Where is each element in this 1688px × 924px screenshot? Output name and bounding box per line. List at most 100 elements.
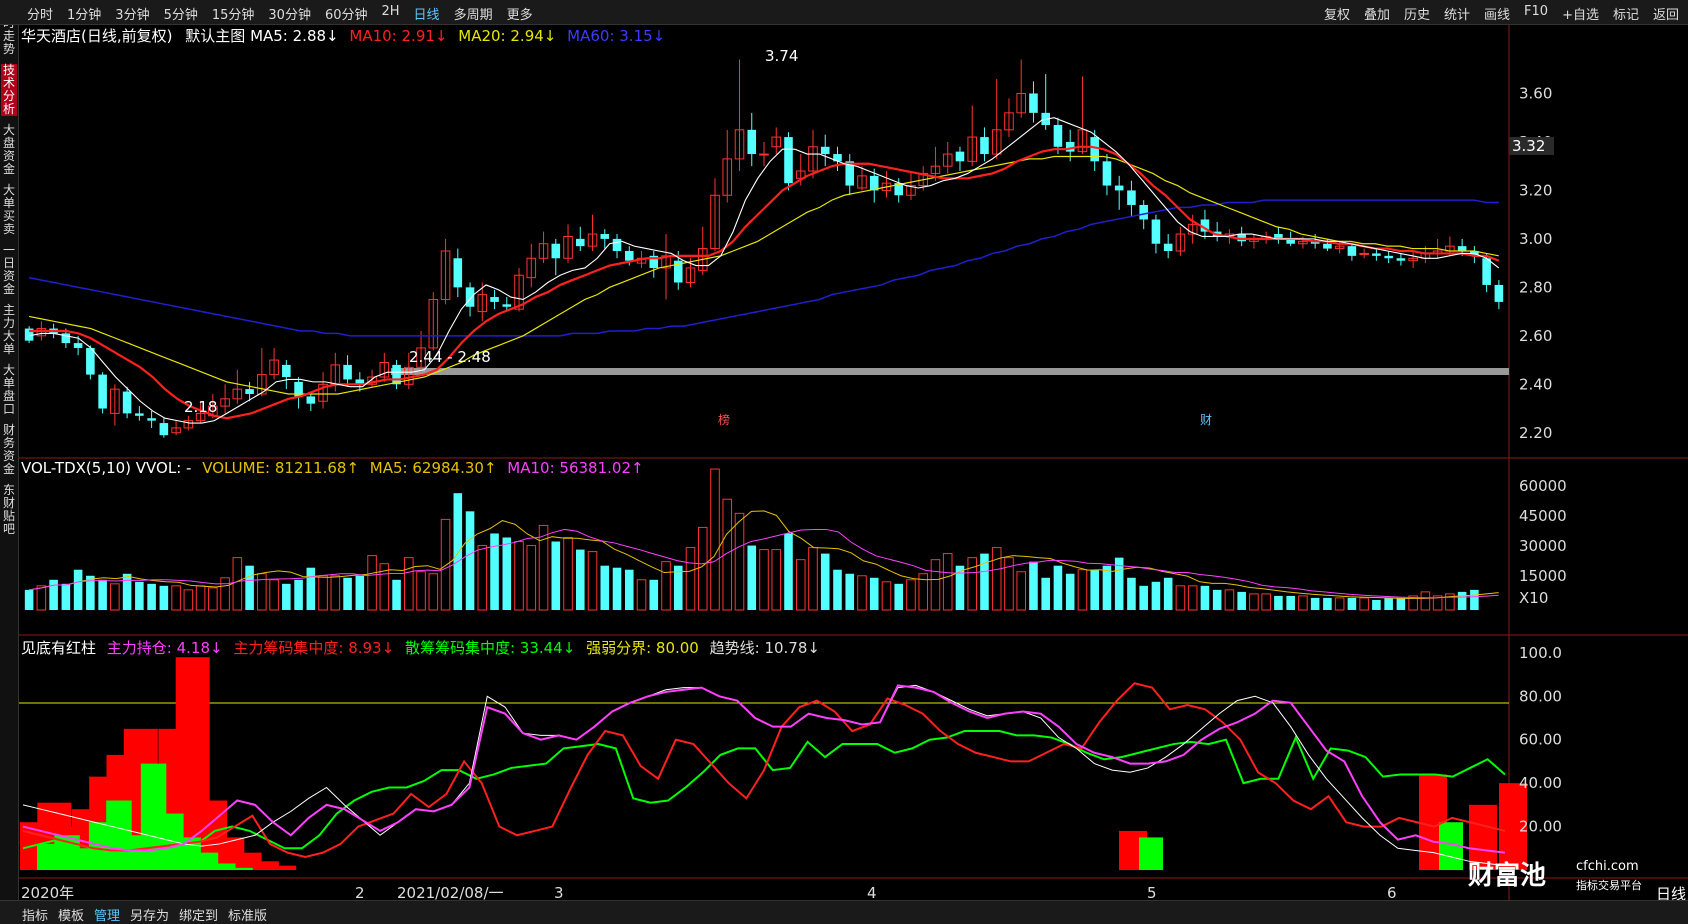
kline-chart[interactable]: 3.603.403.203.002.802.602.402.2060000450… bbox=[19, 25, 1688, 903]
period-tab-3[interactable]: 5分钟 bbox=[159, 4, 203, 23]
bottom-tab-3[interactable]: 另存为 bbox=[130, 905, 169, 924]
volume-bar bbox=[269, 579, 279, 611]
volume-bar bbox=[1016, 571, 1026, 611]
volume-bar bbox=[147, 583, 156, 610]
toolbar-button-4[interactable]: 画线 bbox=[1479, 4, 1515, 23]
candle bbox=[759, 153, 769, 156]
side-tab-5[interactable]: 主力大单 bbox=[1, 304, 17, 356]
volume-tick: 60000 bbox=[1519, 477, 1567, 495]
side-tab-2[interactable]: 大盘资金 bbox=[1, 124, 17, 176]
volume-bar bbox=[894, 583, 904, 610]
period-tab-6[interactable]: 60分钟 bbox=[320, 4, 373, 23]
ma20-value: MA20: 2.94↓ bbox=[458, 27, 557, 45]
volume-bar bbox=[245, 565, 254, 610]
price-tick: 2.20 bbox=[1519, 424, 1552, 442]
volume-bar bbox=[673, 565, 683, 610]
indicator-title[interactable]: 见底有红柱 bbox=[21, 639, 96, 657]
side-tab-6[interactable]: 大单盘口 bbox=[1, 364, 17, 416]
toolbar-button-0[interactable]: 复权 bbox=[1319, 4, 1355, 23]
volume-bar bbox=[343, 577, 352, 610]
period-tab-2[interactable]: 3分钟 bbox=[110, 4, 154, 23]
finance-marker[interactable]: 财 bbox=[1200, 411, 1212, 428]
period-tab-9[interactable]: 多周期 bbox=[449, 4, 498, 23]
current-price: 3.32 bbox=[1512, 137, 1546, 155]
date-label: 5 bbox=[1147, 884, 1157, 901]
toolbar-button-7[interactable]: 标记 bbox=[1608, 4, 1644, 23]
side-tab-4[interactable]: 一日资金 bbox=[1, 244, 17, 296]
period-tab-7[interactable]: 2H bbox=[377, 4, 405, 23]
volume-bar bbox=[1372, 599, 1381, 610]
volume-bar bbox=[24, 589, 34, 610]
volume-bar bbox=[404, 557, 414, 611]
bottom-toolbar: 指标 模板 管理 另存为 绑定到 标准版 bbox=[0, 900, 1688, 924]
bottom-tab-4[interactable]: 绑定到 bbox=[179, 905, 218, 924]
candle bbox=[551, 243, 561, 259]
billboard-marker[interactable]: 榜 bbox=[718, 411, 730, 428]
volume-bar bbox=[1041, 577, 1050, 610]
toolbar-button-6[interactable]: +自选 bbox=[1557, 4, 1604, 23]
volume-bar bbox=[220, 577, 230, 611]
volume-bar bbox=[440, 518, 451, 611]
volume-bar bbox=[159, 585, 169, 610]
side-tab-7[interactable]: 财务资金 bbox=[1, 424, 17, 476]
period-tab-1[interactable]: 1分钟 bbox=[62, 4, 106, 23]
vol-indicator-title[interactable]: VOL-TDX(5,10) VVOL: - bbox=[21, 459, 191, 477]
period-tab-5[interactable]: 30分钟 bbox=[263, 4, 316, 23]
volume-bar bbox=[747, 545, 757, 610]
volume-bar bbox=[942, 553, 953, 611]
volume-tick: 45000 bbox=[1519, 507, 1567, 525]
toolbar-button-3[interactable]: 统计 bbox=[1439, 4, 1475, 23]
bottom-tab-1[interactable]: 模板 bbox=[58, 905, 84, 924]
candle bbox=[282, 364, 291, 378]
side-tab-1[interactable]: 技术分析 bbox=[1, 64, 17, 116]
volume-bar bbox=[195, 585, 206, 611]
stock-title[interactable]: 华天酒店(日线,前复权) bbox=[21, 27, 172, 45]
volume-bar bbox=[1274, 595, 1283, 610]
candle bbox=[1384, 255, 1393, 259]
period-toolbar: 分时 1分钟 3分钟 5分钟 15分钟 30分钟 60分钟 2H 日线 多周期 更多 复权 叠加 历史统… bbox=[0, 0, 1688, 25]
period-tab-10[interactable]: 更多 bbox=[502, 4, 538, 23]
volume-bar bbox=[587, 551, 598, 611]
volume-bar bbox=[784, 533, 793, 610]
volume-bar bbox=[795, 559, 806, 611]
ind-strength-line: 强弱分界: 80.00 bbox=[586, 639, 699, 657]
candle bbox=[1163, 243, 1173, 251]
date-label: 2020年 bbox=[21, 884, 74, 901]
volume-bar bbox=[906, 579, 916, 611]
toolbar-button-2[interactable]: 历史 bbox=[1399, 4, 1435, 23]
toolbar-button-5[interactable]: F10 bbox=[1519, 4, 1553, 23]
logo-site: cfchi.com bbox=[1576, 859, 1639, 874]
period-tab-0[interactable]: 分时 bbox=[22, 4, 58, 23]
volume-bar bbox=[355, 575, 365, 610]
volume-bar bbox=[551, 541, 561, 610]
volume-bar bbox=[820, 553, 830, 610]
volume-bar bbox=[1102, 565, 1112, 610]
candle bbox=[86, 347, 95, 375]
period-tab-4[interactable]: 15分钟 bbox=[207, 4, 260, 23]
side-tab-3[interactable]: 大单买卖 bbox=[1, 184, 17, 236]
candle bbox=[955, 151, 965, 162]
candle bbox=[502, 304, 512, 307]
candle bbox=[1494, 284, 1504, 302]
green-signal-bar bbox=[1139, 837, 1163, 870]
bottom-tab-0[interactable]: 指标 bbox=[22, 905, 48, 924]
volume-bar bbox=[1090, 569, 1099, 610]
ma60-line bbox=[28, 199, 1499, 337]
high-price-label: 3.74 bbox=[765, 47, 799, 65]
volume-bar bbox=[477, 545, 488, 611]
volume-bar bbox=[183, 589, 194, 611]
volume-bar bbox=[526, 545, 537, 611]
toolbar-button-8[interactable]: 返回 bbox=[1648, 4, 1684, 23]
volume-bar bbox=[869, 577, 879, 610]
template-select[interactable]: 默认主图 bbox=[185, 27, 245, 45]
volume-bar bbox=[1224, 589, 1235, 611]
period-tab-8[interactable]: 日线 bbox=[409, 4, 445, 23]
side-tab-8[interactable]: 东财贴吧 bbox=[1, 484, 17, 536]
bottom-tab-2[interactable]: 管理 bbox=[94, 905, 120, 924]
date-label: 4 bbox=[867, 884, 877, 901]
volume-bar bbox=[1053, 565, 1063, 610]
bottom-tab-5[interactable]: 标准版 bbox=[228, 905, 267, 924]
volume-bar bbox=[1163, 577, 1173, 610]
toolbar-button-1[interactable]: 叠加 bbox=[1359, 4, 1395, 23]
volume-bar bbox=[1077, 569, 1088, 611]
